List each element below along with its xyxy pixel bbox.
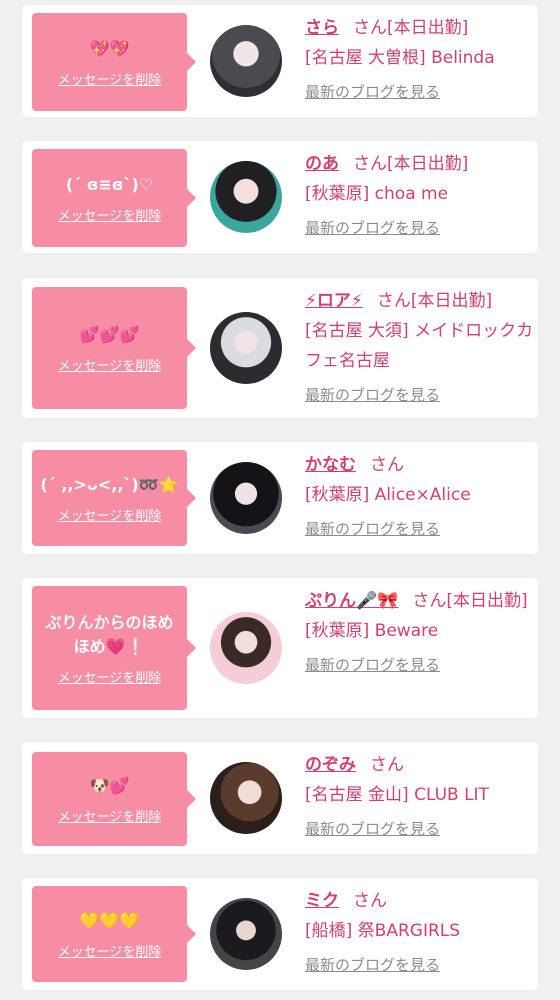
honorific: さん: [353, 891, 387, 911]
honorific: さん: [370, 755, 404, 775]
cast-name-link[interactable]: さら: [305, 18, 339, 38]
avatar[interactable]: [210, 25, 282, 97]
cast-info: かなむ さん [秋葉原] Alice×Alice 最新のブログを見る: [305, 450, 535, 539]
message-bubble: 💕💕💕 メッセージを削除: [32, 287, 196, 409]
avatar[interactable]: [210, 161, 282, 233]
cast-name-link[interactable]: ミク: [305, 891, 339, 911]
name-line: のあ さん[本日出勤]: [305, 149, 535, 179]
message-bubble: (ˊ ,,>ᴗ<,,ˋ)➿⭐ メッセージを削除: [32, 450, 196, 546]
cast-name-link[interactable]: ぷりん🎤🎀: [305, 591, 398, 611]
honorific: さん: [353, 154, 387, 174]
cast-info: のあ さん[本日出勤] [秋葉原] choa me 最新のブログを見る: [305, 149, 535, 238]
message-card: 🐶💕 メッセージを削除 のぞみ さん [名古屋 金山] CLUB LIT 最新のブ…: [22, 742, 538, 854]
honorific: さん: [376, 291, 411, 311]
honorific: さん: [370, 455, 404, 475]
delete-message-link[interactable]: メッセージを削除: [58, 505, 162, 524]
delete-message-link[interactable]: メッセージを削除: [58, 355, 162, 374]
latest-blog-link[interactable]: 最新のブログを見る: [305, 217, 535, 238]
name-line: のぞみ さん: [305, 750, 535, 780]
cast-info: のぞみ さん [名古屋 金山] CLUB LIT 最新のブログを見る: [305, 750, 535, 839]
cast-info: さら さん[本日出勤] [名古屋 大曽根] Belinda 最新のブログを見る: [305, 13, 535, 102]
cast-info: ⚡ロア⚡ さん[本日出勤] [名古屋 大須] メイドロックカフェ名古屋 最新のブロ…: [305, 286, 535, 405]
message-text: ぷりんからのほめほめ💗❕: [45, 612, 174, 656]
cast-name-link[interactable]: のあ: [305, 154, 339, 174]
delete-message-link[interactable]: メッセージを削除: [58, 667, 162, 686]
shop-name: [名古屋 金山] CLUB LIT: [305, 785, 489, 805]
message-text: 🐶💕: [89, 775, 130, 795]
message-card: 💛💛💛 メッセージを削除 ミク さん [船橋] 祭BARGIRLS 最新のブログを…: [22, 878, 538, 990]
latest-blog-link[interactable]: 最新のブログを見る: [305, 384, 535, 405]
message-bubble: ぷりんからのほめほめ💗❕ メッセージを削除: [32, 586, 196, 710]
latest-blog-link[interactable]: 最新のブログを見る: [305, 654, 535, 675]
message-bubble: 💖💖 メッセージを削除: [32, 13, 196, 111]
shop-name: [秋葉原] Beware: [305, 621, 439, 641]
latest-blog-link[interactable]: 最新のブログを見る: [305, 954, 535, 975]
cast-name-link[interactable]: かなむ: [305, 455, 356, 475]
cast-name-link[interactable]: ⚡ロア⚡: [305, 291, 363, 311]
cast-info: ミク さん [船橋] 祭BARGIRLS 最新のブログを見る: [305, 886, 535, 975]
status-badge: [本日出勤]: [410, 291, 493, 311]
shop-name: [秋葉原] choa me: [305, 184, 449, 204]
delete-message-link[interactable]: メッセージを削除: [58, 941, 162, 960]
avatar[interactable]: [210, 762, 282, 834]
name-line: ぷりん🎤🎀 さん[本日出勤]: [305, 586, 535, 616]
message-bubble: 🐶💕 メッセージを削除: [32, 752, 196, 846]
shop-name: [秋葉原] Alice×Alice: [305, 485, 471, 505]
shop-name: [名古屋 大曽根] Belinda: [305, 48, 495, 68]
name-line: さら さん[本日出勤]: [305, 13, 535, 43]
message-text: 💖💖: [89, 38, 130, 58]
latest-blog-link[interactable]: 最新のブログを見る: [305, 818, 535, 839]
shop-name: [船橋] 祭BARGIRLS: [305, 921, 461, 941]
status-badge: [本日出勤]: [387, 18, 469, 38]
delete-message-link[interactable]: メッセージを削除: [58, 69, 162, 88]
message-text: 💛💛💛: [79, 910, 140, 930]
message-card: (ˊ ,,>ᴗ<,,ˋ)➿⭐ メッセージを削除 かなむ さん [秋葉原] Alic…: [22, 442, 538, 554]
message-card: 💕💕💕 メッセージを削除 ⚡ロア⚡ さん[本日出勤] [名古屋 大須] メイドロッ…: [22, 278, 538, 418]
latest-blog-link[interactable]: 最新のブログを見る: [305, 518, 535, 539]
status-badge: [本日出勤]: [446, 591, 528, 611]
delete-message-link[interactable]: メッセージを削除: [58, 806, 162, 825]
message-text: 💕💕💕: [79, 324, 140, 344]
message-bubble: (ˊ ɞ≡ɞˋ)♡ メッセージを削除: [32, 149, 196, 247]
message-text: (ˊ ,,>ᴗ<,,ˋ)➿⭐: [40, 474, 179, 494]
name-line: ⚡ロア⚡ さん[本日出勤]: [305, 286, 535, 316]
cast-name-link[interactable]: のぞみ: [305, 755, 356, 775]
avatar[interactable]: [210, 612, 282, 684]
shop-name: [名古屋 大須] メイドロックカフェ名古屋: [305, 321, 534, 371]
name-line: かなむ さん: [305, 450, 535, 480]
message-card: ぷりんからのほめほめ💗❕ メッセージを削除 ぷりん🎤🎀 さん[本日出勤] [秋葉原…: [22, 578, 538, 718]
delete-message-link[interactable]: メッセージを削除: [58, 205, 162, 224]
avatar[interactable]: [210, 312, 282, 384]
cast-info: ぷりん🎤🎀 さん[本日出勤] [秋葉原] Beware 最新のブログを見る: [305, 586, 535, 675]
message-bubble: 💛💛💛 メッセージを削除: [32, 886, 196, 982]
message-card: 💖💖 メッセージを削除 さら さん[本日出勤] [名古屋 大曽根] Belinda…: [22, 5, 538, 117]
name-line: ミク さん: [305, 886, 535, 916]
latest-blog-link[interactable]: 最新のブログを見る: [305, 81, 535, 102]
avatar[interactable]: [210, 898, 282, 970]
status-badge: [本日出勤]: [387, 154, 469, 174]
message-text: (ˊ ɞ≡ɞˋ)♡: [65, 174, 154, 194]
honorific: さん: [353, 18, 387, 38]
avatar[interactable]: [210, 462, 282, 534]
honorific: さん: [412, 591, 447, 611]
message-card: (ˊ ɞ≡ɞˋ)♡ メッセージを削除 のあ さん[本日出勤] [秋葉原] choa…: [22, 141, 538, 253]
